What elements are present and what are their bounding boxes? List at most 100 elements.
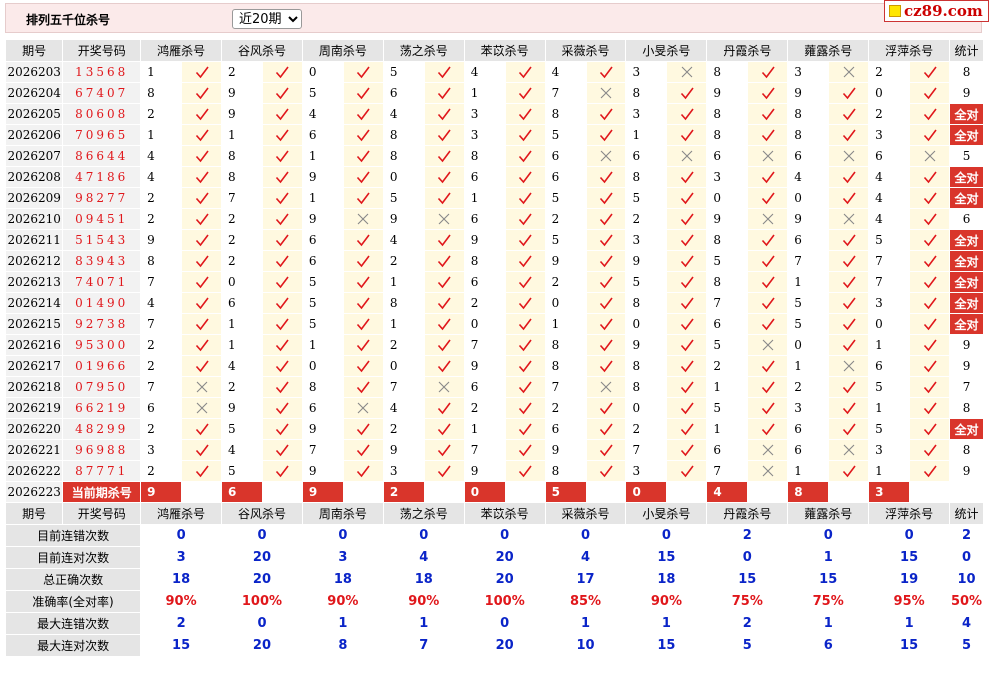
kill-value-cell: 6: [301, 124, 344, 146]
kill-value-cell: 6: [463, 271, 506, 293]
draw-number-cell: 92738: [62, 313, 142, 335]
page-title: 排列五千位杀号: [26, 13, 111, 27]
period-cell: 2026213: [4, 271, 64, 293]
stat-cell: 全对: [949, 250, 984, 272]
kill-value-cell: 7: [868, 271, 911, 293]
period-cell: 2026218: [4, 376, 64, 398]
check-icon: [842, 192, 856, 205]
kill-value-cell: 1: [463, 82, 506, 104]
check-icon: [276, 465, 290, 478]
kill-value-cell: 8: [625, 376, 668, 398]
kill-value-cell: 8: [625, 166, 668, 188]
result-mark-cell: [666, 355, 708, 377]
kill-value-cell: 3: [706, 166, 749, 188]
check-icon: [438, 108, 451, 121]
check-icon: [599, 360, 613, 373]
check-icon: [599, 213, 613, 226]
kill-value-cell: 6: [625, 145, 668, 167]
result-mark-cell: [666, 313, 708, 335]
summary-value: 18: [625, 568, 708, 591]
summary-value: 3: [140, 546, 223, 569]
kill-value-cell: 2: [544, 397, 587, 419]
logo-square-icon: [889, 5, 901, 17]
summary-value: 1: [544, 612, 627, 635]
summary-value: 18: [382, 568, 465, 591]
summary-value: 10: [544, 634, 627, 657]
kill-value-cell: 6: [463, 166, 506, 188]
check-icon: [519, 66, 532, 79]
check-icon: [923, 402, 937, 415]
check-icon: [519, 87, 532, 100]
summary-value: 15: [625, 634, 708, 657]
col-header-expert: 小旻杀号: [625, 502, 708, 525]
kill-value-cell: 2: [382, 334, 425, 356]
period-range-select[interactable]: 近20期: [232, 9, 302, 29]
kill-value-cell: 3: [463, 103, 506, 125]
result-mark-cell: [261, 355, 303, 377]
result-mark-cell: [585, 334, 627, 356]
result-mark-cell: [909, 208, 951, 230]
result-mark-cell: [909, 250, 951, 272]
current-kill-row: 2026223 当前期杀号 9 6 9 2 0 5 0 4 8 3: [4, 481, 984, 503]
kill-value-cell: 5: [301, 82, 344, 104]
check-icon: [680, 192, 694, 205]
summary-value: 0: [706, 546, 789, 569]
result-mark-cell: [504, 334, 546, 356]
kill-value-cell: 9: [221, 103, 263, 125]
check-icon: [842, 465, 856, 478]
summary-row: 总正确次数 18 20 18 18 20 17 18 15 15 19 10: [4, 568, 984, 591]
kill-value-cell: 2: [140, 460, 183, 482]
result-mark-cell: [747, 124, 789, 146]
check-icon: [438, 276, 451, 289]
result-mark-cell: [747, 145, 789, 167]
kill-value-cell: 2: [868, 61, 911, 83]
kill-value-cell: 9: [706, 82, 749, 104]
site-logo[interactable]: cz89.com: [884, 0, 989, 22]
result-mark-cell: [423, 271, 465, 293]
check-icon: [761, 192, 775, 205]
cross-icon: [762, 339, 774, 351]
period-cell: 2026219: [4, 397, 64, 419]
draw-number-cell: 80608: [62, 103, 142, 125]
summary-value: 15: [868, 546, 951, 569]
kill-value-cell: 7: [625, 439, 668, 461]
kill-value-cell: 4: [301, 103, 344, 125]
check-icon: [519, 276, 532, 289]
col-header-number: 开奖号码: [62, 502, 142, 525]
summary-value: 90%: [382, 590, 465, 613]
check-icon: [680, 423, 694, 436]
kill-value-cell: 9: [221, 82, 263, 104]
kill-value-cell: 6: [787, 145, 830, 167]
result-mark-cell: [585, 124, 627, 146]
result-mark-cell: [828, 439, 870, 461]
kill-value-cell: 7: [382, 376, 425, 398]
summary-label: 目前连错次数: [4, 524, 142, 547]
result-mark-cell: [909, 397, 951, 419]
result-mark-cell: [261, 166, 303, 188]
result-mark-cell: [747, 229, 789, 251]
result-mark-cell: [181, 145, 223, 167]
draw-number-cell: 09451: [62, 208, 142, 230]
cross-icon: [681, 66, 693, 78]
kill-value-cell: 6: [544, 145, 587, 167]
kill-value-cell: 3: [463, 124, 506, 146]
kill-value-cell: 2: [625, 418, 668, 440]
result-mark-cell: [747, 292, 789, 314]
kill-value-cell: 8: [706, 61, 749, 83]
result-mark-cell: [342, 439, 384, 461]
check-icon: [923, 66, 937, 79]
current-kill-blank: [504, 481, 546, 503]
kill-value-cell: 1: [868, 460, 911, 482]
summary-value: 4: [382, 546, 465, 569]
result-mark-cell: [181, 439, 223, 461]
current-kill-blank: [828, 481, 870, 503]
check-icon: [923, 444, 937, 457]
kill-value-cell: 4: [382, 103, 425, 125]
period-cell: 2026206: [4, 124, 64, 146]
summary-value: 90%: [140, 590, 223, 613]
check-icon: [357, 234, 370, 247]
kill-value-cell: 0: [868, 82, 911, 104]
check-icon: [519, 360, 532, 373]
check-icon: [761, 297, 775, 310]
check-icon: [519, 192, 532, 205]
